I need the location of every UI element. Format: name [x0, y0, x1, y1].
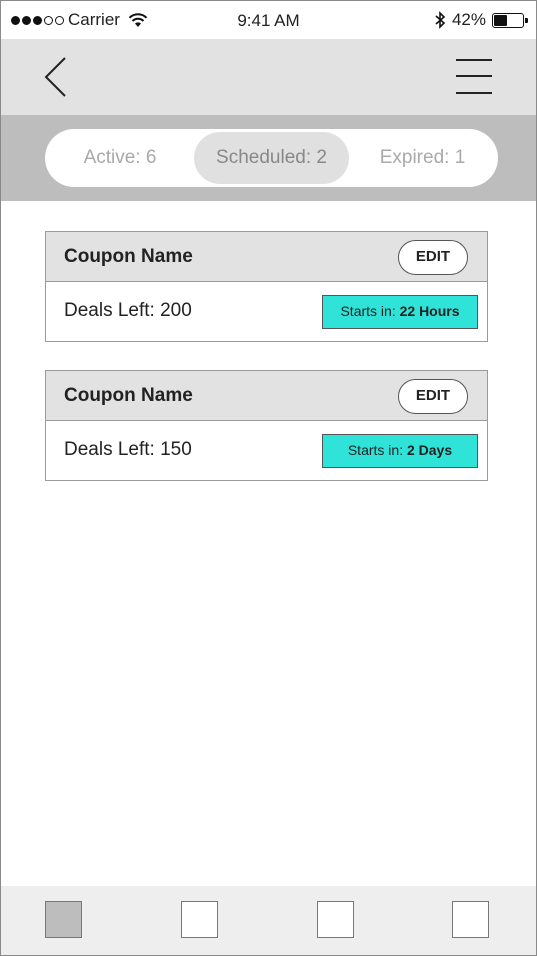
starts-in-badge: Starts in: 22 Hours: [322, 295, 478, 329]
coupon-card[interactable]: Coupon Name EDIT Deals Left: 200 Starts …: [45, 231, 488, 342]
segmented-control: Active: 6 Scheduled: 2 Expired: 1: [45, 129, 498, 187]
hamburger-icon: [456, 59, 492, 61]
tab-band: Active: 6 Scheduled: 2 Expired: 1: [1, 115, 536, 201]
deals-left: Deals Left: 200: [64, 300, 192, 321]
bottom-tab-4[interactable]: [452, 901, 489, 938]
coupon-name: Coupon Name: [64, 385, 193, 406]
edit-button[interactable]: EDIT: [398, 240, 468, 275]
status-right: 42%: [435, 10, 528, 30]
battery-icon: [492, 12, 528, 28]
bottom-tab-1[interactable]: [45, 901, 82, 938]
bottom-tab-bar: [1, 886, 536, 955]
tab-active[interactable]: Active: 6: [55, 132, 185, 184]
bottom-tab-3[interactable]: [317, 901, 354, 938]
nav-bar: [1, 39, 536, 115]
battery-percent: 42%: [451, 10, 486, 29]
battery-level: [494, 14, 507, 26]
coupon-card-header: Coupon Name EDIT: [46, 371, 487, 421]
edit-button[interactable]: EDIT: [398, 379, 468, 414]
starts-in-value: 22 Hours: [399, 303, 460, 319]
status-bar: Carrier 9:41 AM 42%: [1, 1, 536, 39]
chevron-left-icon: [44, 57, 66, 97]
app-screen: Carrier 9:41 AM 42% Active: 6 Scheduled:…: [0, 0, 537, 956]
bluetooth-icon: [435, 11, 446, 29]
tab-expired[interactable]: Expired: 1: [360, 132, 485, 184]
starts-in-badge: Starts in: 2 Days: [322, 434, 478, 468]
starts-in-value: 2 Days: [406, 442, 453, 458]
menu-button[interactable]: [456, 57, 492, 97]
bottom-tab-2[interactable]: [181, 901, 218, 938]
coupon-card-header: Coupon Name EDIT: [46, 232, 487, 282]
coupon-card[interactable]: Coupon Name EDIT Deals Left: 150 Starts …: [45, 370, 488, 481]
deals-left: Deals Left: 150: [64, 439, 192, 460]
starts-in-prefix: Starts in:: [340, 303, 396, 319]
coupon-name: Coupon Name: [64, 246, 193, 267]
back-button[interactable]: [41, 55, 71, 99]
starts-in-prefix: Starts in:: [347, 442, 404, 458]
tab-scheduled[interactable]: Scheduled: 2: [194, 132, 349, 184]
